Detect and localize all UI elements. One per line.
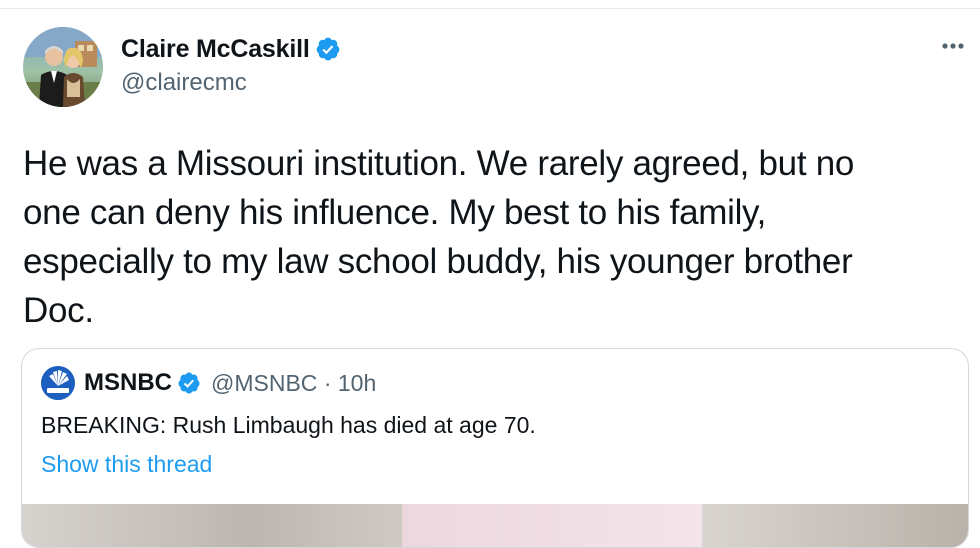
msnbc-peacock-logo-icon[interactable]	[41, 366, 75, 400]
author-avatar[interactable]	[23, 27, 103, 107]
author-name-row: Claire McCaskill	[121, 33, 341, 65]
verified-badge-icon	[316, 37, 339, 61]
author-display-name[interactable]: Claire McCaskill	[121, 35, 310, 64]
ellipsis-icon[interactable]	[936, 36, 970, 56]
media-image-1	[22, 504, 402, 547]
tweet-text: He was a Missouri institution. We rarely…	[23, 144, 855, 330]
quoted-timestamp[interactable]: 10h	[338, 370, 376, 396]
verified-badge-icon	[178, 372, 200, 394]
show-thread-link[interactable]: Show this thread	[41, 451, 212, 478]
author-handle[interactable]: @clairecmc	[121, 69, 247, 97]
quoted-media-preview[interactable]	[22, 504, 968, 547]
profile-photo-icon	[23, 27, 103, 107]
top-divider	[0, 8, 980, 9]
meta-separator: ·	[323, 369, 332, 396]
quoted-display-name[interactable]: MSNBC	[84, 369, 172, 397]
quoted-tweet-text: BREAKING: Rush Limbaugh has died at age …	[41, 412, 536, 438]
media-image-3	[702, 504, 968, 547]
media-image-2	[402, 504, 702, 547]
quoted-tweet-card[interactable]: MSNBC @MSNBC · 10h BREAKING: Rush Limbau…	[21, 348, 969, 548]
quoted-meta: @MSNBC · 10h	[211, 370, 376, 397]
quoted-tweet-header: MSNBC @MSNBC · 10h	[41, 366, 376, 400]
quoted-handle[interactable]: @MSNBC	[211, 370, 317, 396]
